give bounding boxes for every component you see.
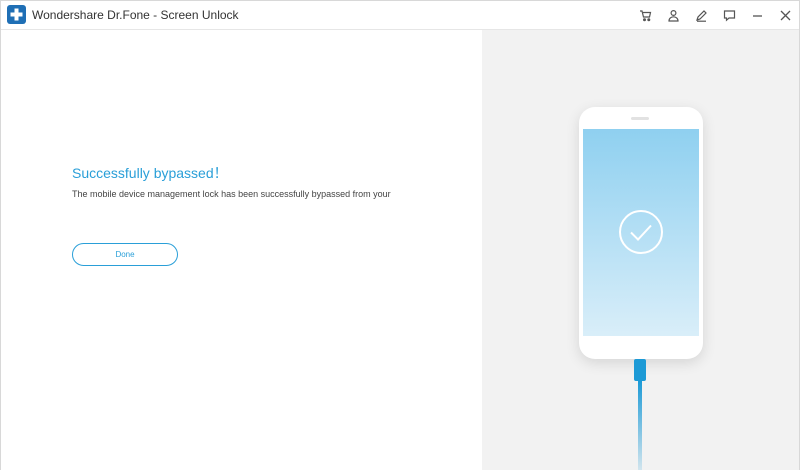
user-icon[interactable] (665, 7, 681, 23)
usb-cable (638, 381, 642, 470)
title-bar: Wondershare Dr.Fone - Screen Unlock (1, 1, 799, 30)
result-panel: Successfully bypassed！ The mobile device… (1, 30, 482, 470)
feedback-icon[interactable] (721, 7, 737, 23)
close-icon[interactable] (777, 7, 793, 23)
device-illustration-panel (482, 30, 799, 470)
drfone-logo-icon (7, 5, 26, 24)
phone-screen (583, 129, 699, 336)
usb-plug (634, 359, 646, 381)
edit-icon[interactable] (693, 7, 709, 23)
checkmark-icon (619, 210, 663, 254)
app-window: Wondershare Dr.Fone - Screen Unlock Succ… (0, 0, 800, 470)
success-title: Successfully bypassed！ (72, 165, 228, 181)
cart-icon[interactable] (637, 7, 653, 23)
phone-illustration (579, 107, 703, 359)
phone-speaker (631, 117, 649, 120)
done-button[interactable]: Done (72, 243, 178, 266)
success-description: The mobile device management lock has be… (72, 189, 391, 199)
minimize-icon[interactable] (749, 7, 765, 23)
window-title: Wondershare Dr.Fone - Screen Unlock (32, 8, 239, 22)
